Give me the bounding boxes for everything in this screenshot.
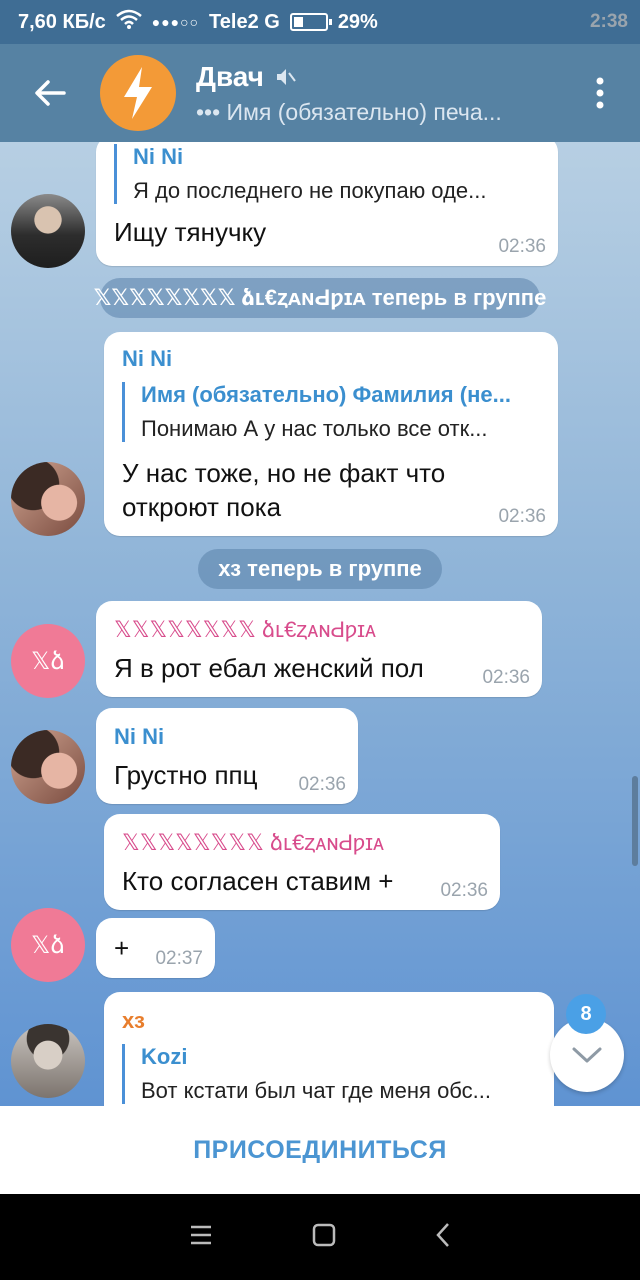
battery-percent: 29% <box>337 10 378 33</box>
reply-quote[interactable]: Имя (обязательно) Фамилия (не... Понимаю… <box>122 382 511 442</box>
back-nav-icon[interactable] <box>435 1222 451 1253</box>
back-arrow-icon <box>35 80 66 106</box>
message-bubble[interactable]: 𝕏𝕏𝕏𝕏𝕏𝕏𝕏𝕏 ձʟ€ȥᴀɴԀƿɪᴀ Кто согласен ставим … <box>104 814 500 910</box>
reply-text: Понимаю А у нас только все отк... <box>141 416 488 441</box>
carrier-name: Tele2 G <box>209 10 280 33</box>
back-button[interactable] <box>0 44 100 142</box>
message-bubble[interactable]: Ni Ni Я до последнего не покупаю оде... … <box>96 142 558 266</box>
message-sender[interactable]: Ni Ni <box>122 346 172 372</box>
muted-icon <box>276 68 296 85</box>
message-time: 02:36 <box>298 774 346 795</box>
message-text: + <box>114 933 130 963</box>
menu-icon[interactable] <box>189 1224 213 1251</box>
message-bubble[interactable]: хз Kozi Вот кстати был чат где меня обс.… <box>104 992 554 1106</box>
home-icon[interactable] <box>312 1223 336 1252</box>
join-button[interactable]: ПРИСОЕДИНИТЬСЯ <box>0 1106 640 1194</box>
message-sender[interactable]: Ni Ni <box>114 724 164 750</box>
reply-text: Я до последнего не покупаю оде... <box>133 178 487 203</box>
battery-icon <box>289 13 332 31</box>
avatar[interactable] <box>11 730 85 804</box>
chat-title: Двач <box>196 60 264 92</box>
message-text: У нас тоже, но не факт что откроют пока <box>122 456 445 524</box>
reply-quote[interactable]: Ni Ni Я до последнего не покупаю оде... <box>114 144 486 204</box>
message-time: 02:37 <box>155 948 203 969</box>
reply-sender: Ni Ni <box>133 144 184 169</box>
status-bar: 2:38 7,60 КБ/с ●●●○○ Tele2 G 29% <box>0 0 640 44</box>
message-text: Ищу тянучку <box>114 217 267 247</box>
message-sender[interactable]: хз <box>122 1008 145 1034</box>
avatar[interactable] <box>11 194 85 268</box>
more-vertical-icon <box>596 77 604 109</box>
reply-sender: Kozi <box>141 1044 188 1069</box>
more-menu-button[interactable] <box>560 44 640 142</box>
message-text: Грустно ппц <box>114 760 258 790</box>
chat-avatar[interactable] <box>100 55 176 131</box>
message-time: 02:36 <box>498 236 546 257</box>
chevron-down-icon <box>572 1047 602 1063</box>
scrollbar[interactable] <box>632 776 638 866</box>
service-message: 𝕏𝕏𝕏𝕏𝕏𝕏𝕏𝕏 ձʟ€ȥᴀɴԀƿɪᴀ теперь в группе <box>94 278 546 318</box>
message-bubble[interactable]: Ni Ni Имя (обязательно) Фамилия (не... П… <box>104 332 558 536</box>
service-message: хз теперь в группе <box>198 549 442 589</box>
message-time: 02:36 <box>482 667 530 688</box>
wifi-icon <box>115 9 142 35</box>
message-line: У нас тоже, но не факт что <box>122 458 446 488</box>
message-sender[interactable]: 𝕏𝕏𝕏𝕏𝕏𝕏𝕏𝕏 ձʟ€ȥᴀɴԀƿɪᴀ <box>122 830 384 856</box>
avatar[interactable] <box>11 1024 85 1098</box>
reply-text: Вот кстати был чат где меня обс... <box>141 1078 491 1103</box>
unread-count-badge: 8 <box>566 994 606 1034</box>
avatar[interactable]: 𝕏ձ <box>11 908 85 982</box>
message-time: 02:36 <box>440 880 488 901</box>
message-text: Я в рот ебал женский пол <box>114 653 424 683</box>
lightning-icon <box>124 67 152 119</box>
avatar[interactable] <box>11 462 85 536</box>
status-time: 2:38 <box>589 11 628 32</box>
message-bubble[interactable]: Ni Ni Грустно ппц 02:36 <box>96 708 358 804</box>
typing-status: ••• Имя (обязательно) печа... <box>196 98 502 125</box>
network-speed: 7,60 КБ/с <box>18 10 106 33</box>
reply-sender: Имя (обязательно) Фамилия (не... <box>141 382 511 407</box>
message-sender[interactable]: 𝕏𝕏𝕏𝕏𝕏𝕏𝕏𝕏 ձʟ€ȥᴀɴԀƿɪᴀ <box>114 617 376 643</box>
signal-icon: ●●●○○ <box>151 14 200 30</box>
message-line: откроют пока <box>122 492 282 522</box>
message-text: Кто согласен ставим + <box>122 866 394 896</box>
message-time: 02:36 <box>498 506 546 527</box>
system-nav-bar <box>0 1194 640 1280</box>
chat-info[interactable]: Двач ••• Имя (обязательно) печа... <box>196 61 560 126</box>
chat-header: Двач ••• Имя (обязательно) печа... <box>0 44 640 142</box>
reply-quote[interactable]: Kozi Вот кстати был чат где меня обс... <box>122 1044 491 1104</box>
avatar[interactable]: 𝕏ձ <box>11 624 85 698</box>
message-list[interactable]: Ni Ni Я до последнего не покупаю оде... … <box>0 142 640 1106</box>
message-bubble[interactable]: 𝕏𝕏𝕏𝕏𝕏𝕏𝕏𝕏 ձʟ€ȥᴀɴԀƿɪᴀ Я в рот ебал женский… <box>96 601 542 697</box>
message-bubble[interactable]: + 02:37 <box>96 918 215 978</box>
